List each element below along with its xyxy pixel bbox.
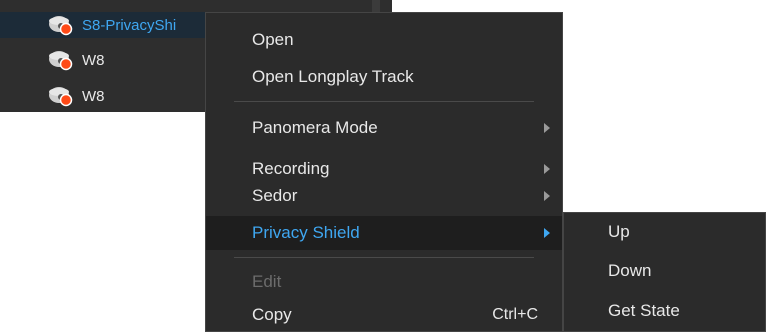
menu-item-label: Copy [252,305,292,324]
menu-item-open[interactable]: Open [206,23,562,57]
menu-separator [234,257,534,258]
submenu-item-down[interactable]: Down [564,254,765,288]
menu-item-privacy-shield[interactable]: Privacy Shield [206,216,562,250]
privacy-shield-submenu: Up Down Get State [563,212,766,332]
submenu-item-label: Get State [608,301,680,320]
menu-item-label: Open Longplay Track [252,67,414,86]
menu-item-panomera-mode[interactable]: Panomera Mode [206,111,562,145]
menu-item-label: Privacy Shield [252,223,360,242]
menu-item-sedor[interactable]: Sedor [206,179,562,213]
menu-item-open-longplay-track[interactable]: Open Longplay Track [206,60,562,94]
tree-item-label: S8-PrivacyShi [82,16,177,34]
camera-icon [45,84,75,108]
submenu-item-up[interactable]: Up [564,215,765,249]
camera-icon [45,13,75,37]
context-menu: Open Open Longplay Track Panomera Mode R… [205,12,563,332]
menu-item-shortcut: Ctrl+C [492,306,538,323]
menu-item-copy[interactable]: Copy Ctrl+C [206,298,562,332]
submenu-item-get-state[interactable]: Get State [564,294,765,328]
menu-item-edit: Edit [206,265,562,299]
submenu-arrow-icon [544,123,550,133]
menu-item-label: Recording [252,159,330,178]
menu-separator [234,101,534,102]
menu-item-label: Panomera Mode [252,118,378,137]
menu-item-label: Edit [252,272,282,291]
submenu-arrow-icon [544,228,550,238]
submenu-item-label: Down [608,261,652,280]
camera-icon [45,48,75,72]
submenu-arrow-icon [544,191,550,201]
menu-item-label: Open [252,30,294,49]
tree-item-label: W8 [82,87,105,105]
submenu-arrow-icon [544,164,550,174]
tree-item-label: W8 [82,51,105,69]
submenu-item-label: Up [608,222,630,241]
menu-item-label: Sedor [252,186,298,205]
